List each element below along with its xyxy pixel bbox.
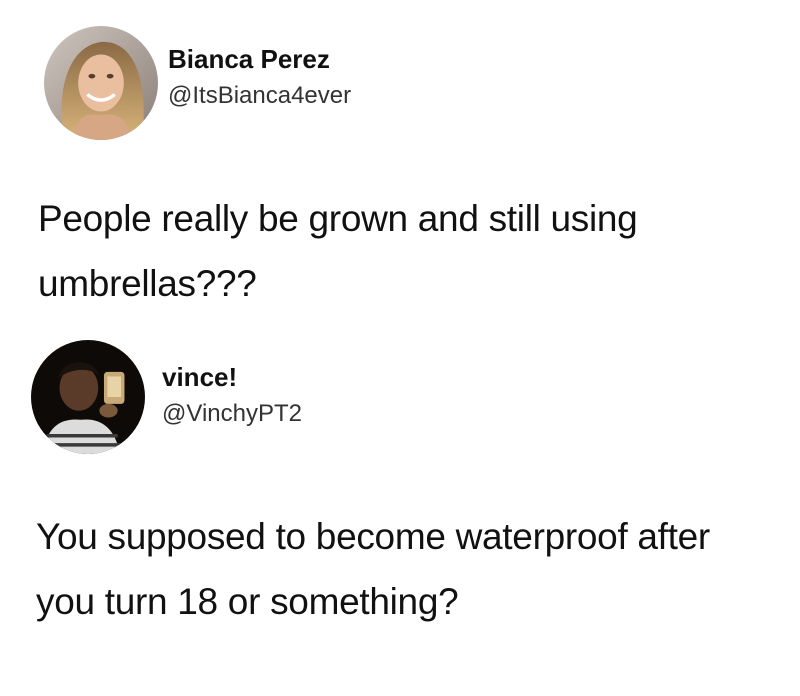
- author-handle[interactable]: @ItsBianca4ever: [168, 82, 351, 110]
- profile-photo-icon: [31, 340, 145, 454]
- avatar[interactable]: [31, 340, 145, 454]
- tweet-text: People really be grown and still using u…: [38, 198, 638, 304]
- author-handle[interactable]: @VinchyPT2: [162, 400, 302, 428]
- author-name[interactable]: vince!: [162, 362, 237, 393]
- author-name[interactable]: Bianca Perez: [168, 44, 330, 75]
- tweet-text: You supposed to become waterproof after …: [36, 516, 710, 622]
- profile-photo-icon: [44, 26, 158, 140]
- avatar[interactable]: [44, 26, 158, 140]
